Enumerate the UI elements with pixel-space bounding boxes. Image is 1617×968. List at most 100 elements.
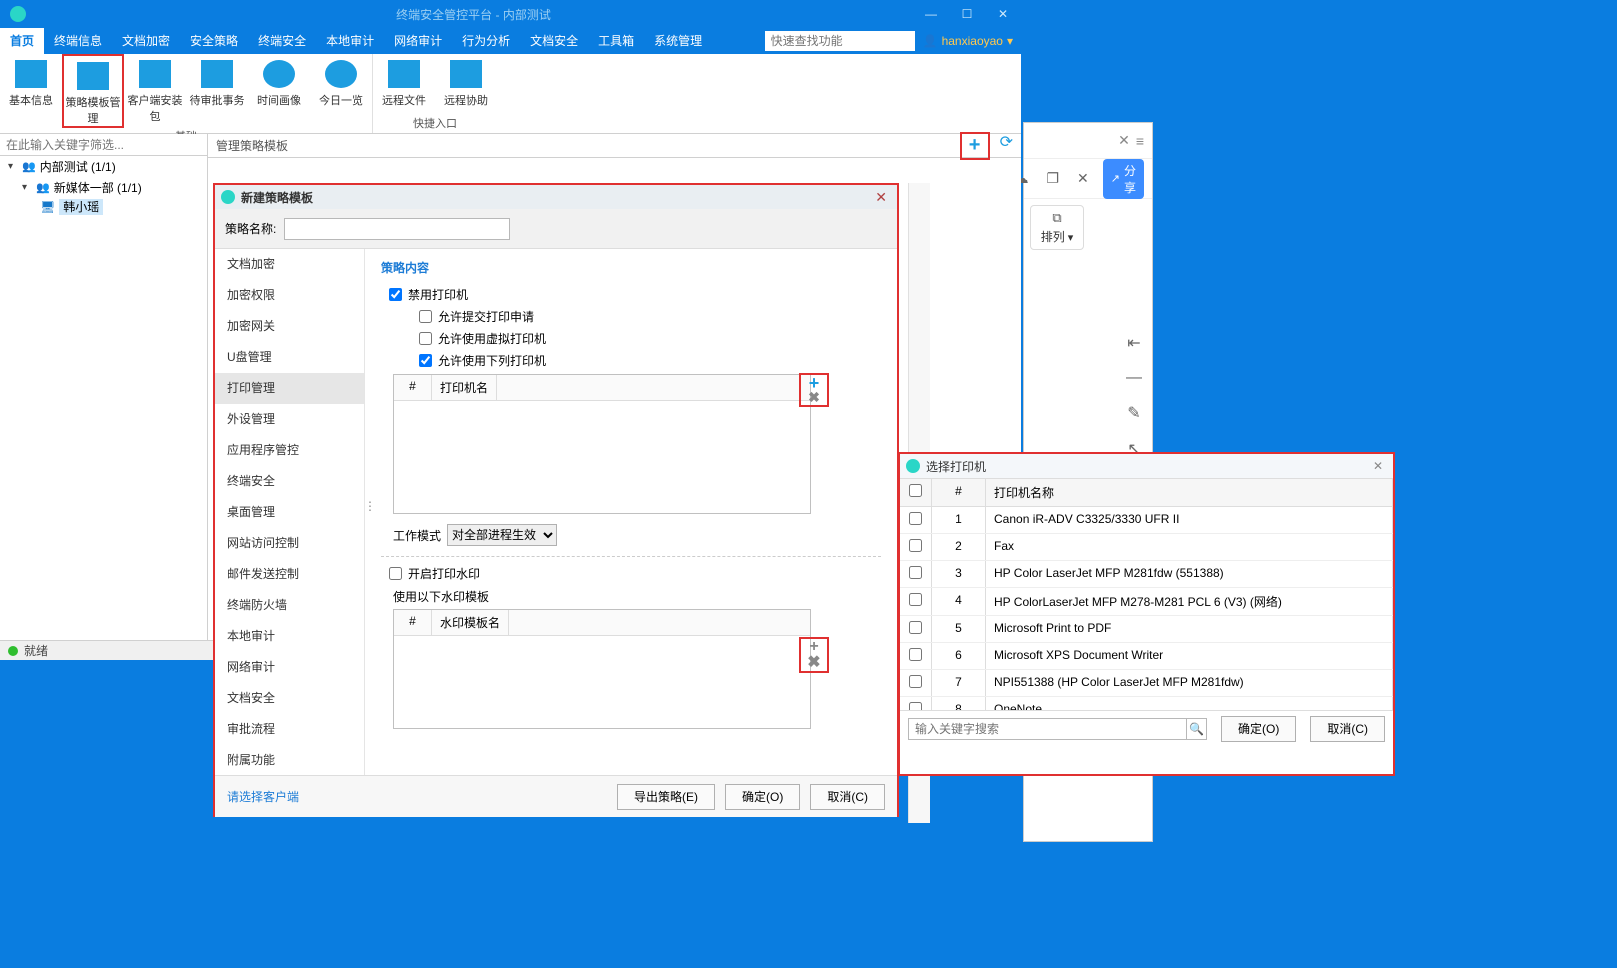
cat-desktop[interactable]: 桌面管理 — [215, 497, 364, 528]
bg-close[interactable]: ✕ — [1118, 132, 1130, 149]
cat-doc-sec[interactable]: 文档安全 — [215, 683, 364, 714]
row-checkbox[interactable] — [909, 648, 922, 661]
cat-encrypt-gateway[interactable]: 加密网关 — [215, 311, 364, 342]
ribbon-remote-file[interactable]: 远程文件 — [373, 54, 435, 108]
menu-terminal-security[interactable]: 终端安全 — [248, 28, 316, 54]
menu-security-policy[interactable]: 安全策略 — [180, 28, 248, 54]
clipboard-icon — [201, 60, 233, 88]
user-label[interactable]: 👤 hanxiaoyao ▾ — [923, 34, 1013, 48]
mode-select[interactable]: 对全部进程生效 — [447, 524, 557, 546]
dialog-close-icon[interactable]: ✕ — [871, 189, 891, 206]
cat-encrypt-perm[interactable]: 加密权限 — [215, 280, 364, 311]
chk-allow-request[interactable] — [419, 310, 432, 323]
ribbon-remote-assist[interactable]: 远程协助 — [435, 54, 497, 108]
export-button[interactable]: 导出策略(E) — [617, 784, 715, 810]
row-checkbox[interactable] — [909, 593, 922, 606]
printer-row[interactable]: 3HP Color LaserJet MFP M281fdw (551388) — [900, 561, 1393, 588]
bg-menu[interactable]: ≡ — [1136, 133, 1144, 149]
policy-name-input[interactable] — [284, 218, 510, 240]
window-title: 终端安全管控平台 - 内部测试 — [34, 6, 913, 23]
cat-app-control[interactable]: 应用程序管控 — [215, 435, 364, 466]
cat-terminal-sec[interactable]: 终端安全 — [215, 466, 364, 497]
refresh-icon[interactable]: ⟳ — [1000, 132, 1013, 160]
cat-peripheral[interactable]: 外设管理 — [215, 404, 364, 435]
cat-local-audit[interactable]: 本地审计 — [215, 621, 364, 652]
cat-doc-encrypt[interactable]: 文档加密 — [215, 249, 364, 280]
title-bar: 终端安全管控平台 - 内部测试 — ☐ ✕ — [0, 0, 1021, 28]
menu-system[interactable]: 系统管理 — [644, 28, 712, 54]
tree-root[interactable]: ▾👥内部测试 (1/1) — [0, 156, 207, 177]
share-button[interactable]: ↗ 分享 — [1103, 159, 1144, 199]
cancel-button[interactable]: 取消(C) — [810, 784, 885, 810]
bg-restore-icon[interactable]: ❐ — [1042, 170, 1063, 187]
ribbon-basic-info[interactable]: 基本信息 — [0, 54, 62, 128]
menu-terminal-info[interactable]: 终端信息 — [44, 28, 112, 54]
ribbon-today[interactable]: 今日一览 — [310, 54, 372, 128]
cat-print[interactable]: 打印管理 — [215, 373, 364, 404]
printer-ok-button[interactable]: 确定(O) — [1221, 716, 1296, 742]
tree-panel: ▾👥内部测试 (1/1) ▾👥新媒体一部 (1/1) 🖥韩小瑶 — [0, 134, 208, 640]
cat-approval[interactable]: 审批流程 — [215, 714, 364, 745]
printer-row[interactable]: 8OneNote — [900, 697, 1393, 710]
row-checkbox[interactable] — [909, 702, 922, 710]
printer-cancel-button[interactable]: 取消(C) — [1310, 716, 1385, 742]
chk-watermark[interactable] — [389, 567, 402, 580]
ribbon-time-portrait[interactable]: 时间画像 — [248, 54, 310, 128]
add-template-button[interactable]: + — [960, 132, 990, 160]
ribbon-approval[interactable]: 待审批事务 — [186, 54, 248, 128]
ribbon-policy-template[interactable]: 策略模板管理 — [62, 54, 124, 128]
row-checkbox[interactable] — [909, 675, 922, 688]
ok-button[interactable]: 确定(O) — [725, 784, 800, 810]
close-button[interactable]: ✕ — [985, 0, 1021, 28]
printer-row[interactable]: 5Microsoft Print to PDF — [900, 616, 1393, 643]
menu-doc-encrypt[interactable]: 文档加密 — [112, 28, 180, 54]
cat-extra[interactable]: 附属功能 — [215, 745, 364, 775]
cat-mail[interactable]: 邮件发送控制 — [215, 559, 364, 590]
tree-child[interactable]: ▾👥新媒体一部 (1/1) — [0, 177, 207, 198]
select-all-checkbox[interactable] — [909, 484, 922, 497]
row-checkbox[interactable] — [909, 539, 922, 552]
cat-net-audit[interactable]: 网络审计 — [215, 652, 364, 683]
row-checkbox[interactable] — [909, 621, 922, 634]
tree-search-input[interactable] — [0, 134, 207, 155]
quick-search-input[interactable] — [765, 31, 915, 51]
menu-network-audit[interactable]: 网络审计 — [384, 28, 452, 54]
printer-row[interactable]: 1Canon iR-ADV C3325/3330 UFR II — [900, 507, 1393, 534]
chk-allow-virtual[interactable] — [419, 332, 432, 345]
menu-local-audit[interactable]: 本地审计 — [316, 28, 384, 54]
printer-row[interactable]: 7NPI551388 (HP Color LaserJet MFP M281fd… — [900, 670, 1393, 697]
row-checkbox[interactable] — [909, 566, 922, 579]
ruler-icon[interactable]: ⇤ — [1126, 333, 1142, 353]
chk-disable-printer[interactable] — [389, 288, 402, 301]
footer-prompt[interactable]: 请选择客户端 — [227, 788, 299, 805]
monitor-icon — [450, 60, 482, 88]
printer-dialog-close[interactable]: ✕ — [1369, 459, 1387, 473]
maximize-button[interactable]: ☐ — [949, 0, 985, 28]
group-icon: 👥 — [22, 160, 36, 173]
arrange-button[interactable]: ⧉ 排列 ▾ — [1030, 205, 1084, 250]
cat-firewall[interactable]: 终端防火墙 — [215, 590, 364, 621]
menu-home[interactable]: 首页 — [0, 28, 44, 54]
printer-search-input[interactable] — [908, 718, 1187, 740]
menu-doc-security[interactable]: 文档安全 — [520, 28, 588, 54]
cat-usb[interactable]: U盘管理 — [215, 342, 364, 373]
pencil-icon[interactable]: ✎ — [1126, 403, 1142, 423]
watermark-actions[interactable]: +✖ — [799, 637, 829, 673]
tree-leaf[interactable]: 🖥韩小瑶 — [40, 198, 207, 215]
menu-toolbox[interactable]: 工具箱 — [588, 28, 644, 54]
ribbon-installer[interactable]: 客户端安装包 — [124, 54, 186, 128]
row-checkbox[interactable] — [909, 512, 922, 525]
chk-allow-list[interactable] — [419, 354, 432, 367]
minimize-button[interactable]: — — [913, 0, 949, 28]
menu-behavior[interactable]: 行为分析 — [452, 28, 520, 54]
dialog-icon — [906, 459, 920, 473]
eye-icon — [325, 60, 357, 88]
search-icon[interactable]: 🔍 — [1187, 718, 1207, 740]
minus-icon[interactable]: — — [1126, 369, 1142, 387]
bg-close2-icon[interactable]: ✕ — [1073, 170, 1093, 187]
add-printer-button[interactable]: +✖ — [799, 373, 829, 407]
printer-row[interactable]: 2Fax — [900, 534, 1393, 561]
cat-web-access[interactable]: 网站访问控制 — [215, 528, 364, 559]
printer-row[interactable]: 4HP ColorLaserJet MFP M278-M281 PCL 6 (V… — [900, 588, 1393, 616]
printer-row[interactable]: 6Microsoft XPS Document Writer — [900, 643, 1393, 670]
